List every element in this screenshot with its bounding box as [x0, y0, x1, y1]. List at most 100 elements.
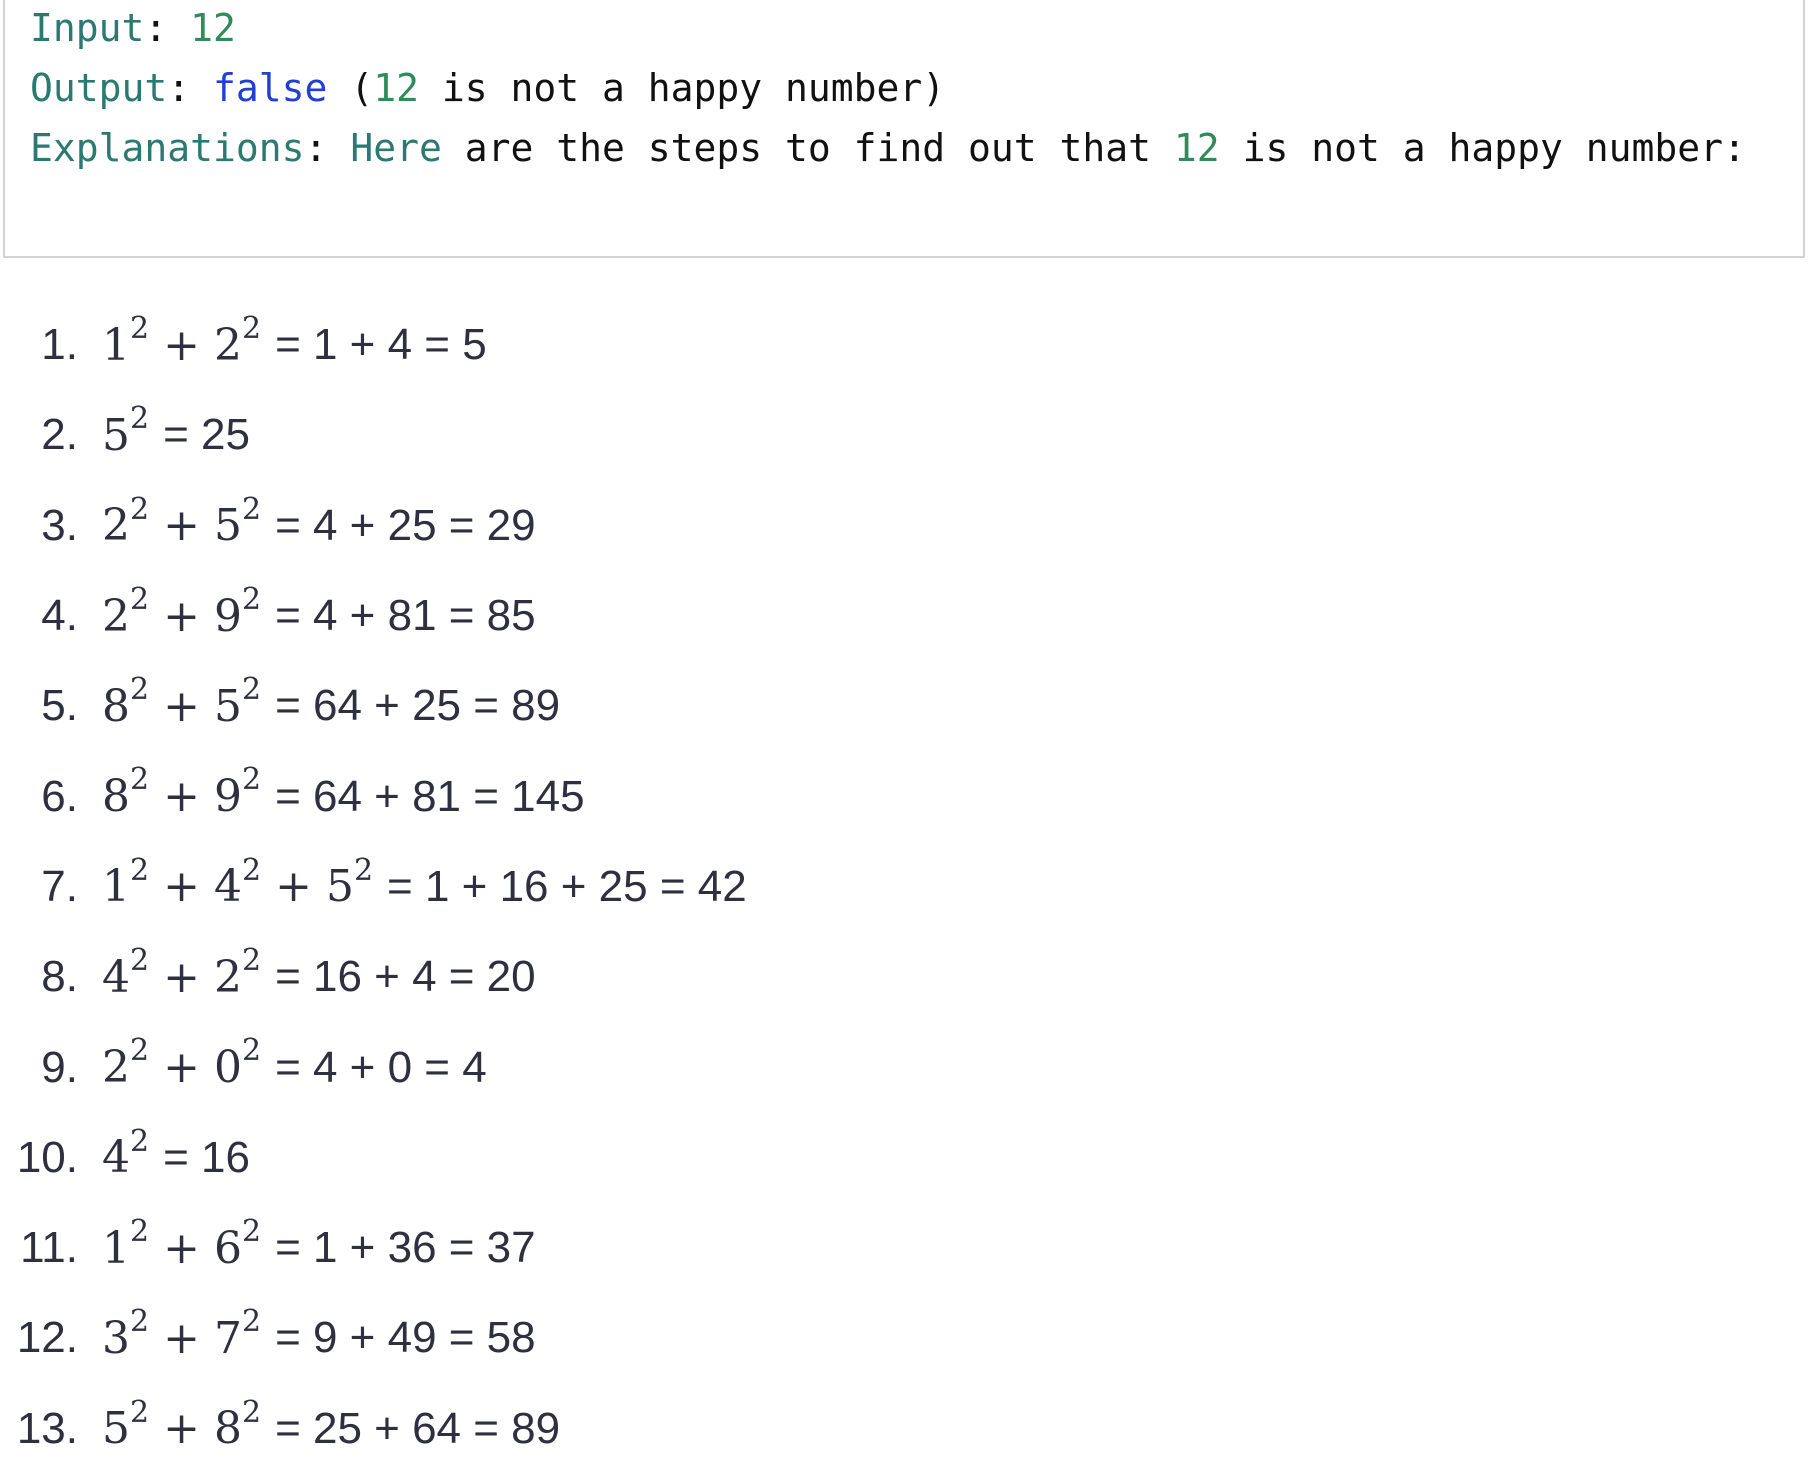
list-item: 13. 52 +82 = 25 + 64 = 89 — [0, 1384, 747, 1474]
explanation-number: 12 — [1173, 126, 1220, 170]
step-index: 6. — [41, 771, 78, 821]
term-exponent: 2 — [241, 1033, 262, 1069]
term-exponent: 2 — [130, 852, 150, 888]
term-base: 9 — [213, 771, 242, 823]
list-item: 12. 32 +72 = 9 + 49 = 58 — [0, 1293, 747, 1383]
step-index: 13. — [16, 1403, 78, 1453]
step-index: 2. — [41, 410, 78, 460]
term-exponent: 2 — [130, 762, 150, 798]
step-result: = 25 + 64 = 89 — [275, 1403, 561, 1453]
input-label: Input — [30, 6, 145, 50]
term-base: 6 — [213, 1222, 242, 1274]
term-base: 2 — [102, 1042, 130, 1094]
list-item: 1. 12 +22 = 1 + 4 = 5 — [0, 300, 747, 390]
term-base: 5 — [325, 861, 354, 913]
plus-operator: + — [163, 680, 200, 732]
step-result: = 16 — [163, 1132, 250, 1182]
step-index: 11. — [20, 1223, 78, 1273]
step-index: 5. — [41, 681, 78, 731]
output-label: Output — [30, 66, 168, 110]
term-exponent: 2 — [241, 310, 262, 346]
plus-operator: + — [163, 1222, 200, 1274]
step-index: 10. — [16, 1132, 78, 1182]
list-item: 8. 42 +22 = 16 + 4 = 20 — [0, 932, 747, 1022]
explanation-here: Here — [350, 126, 442, 170]
term-base: 3 — [102, 1312, 130, 1364]
step-index: 7. — [41, 861, 78, 911]
plus-operator: + — [163, 1312, 200, 1364]
term-exponent: 2 — [130, 1394, 150, 1430]
term-exponent: 2 — [241, 1213, 262, 1249]
term-exponent: 2 — [130, 1213, 150, 1249]
step-expression: 52 — [102, 404, 149, 461]
term-base: 7 — [213, 1312, 242, 1364]
step-expression: 22 +52 — [102, 494, 261, 552]
term-exponent: 2 — [241, 491, 262, 527]
input-value: 12 — [190, 6, 236, 50]
list-item: 10. 42 = 16 — [0, 1113, 747, 1203]
term-exponent: 2 — [130, 1033, 150, 1069]
step-result: = 16 + 4 = 20 — [275, 952, 536, 1002]
term-exponent: 2 — [241, 1394, 262, 1430]
term-base: 1 — [102, 1222, 130, 1274]
term-base: 4 — [102, 951, 130, 1003]
output-paren: ( — [327, 66, 374, 110]
term-exponent: 2 — [130, 1304, 150, 1340]
step-result: = 9 + 49 = 58 — [275, 1313, 536, 1363]
step-expression: 82 +52 — [102, 675, 261, 732]
term-base: 8 — [213, 1403, 242, 1455]
list-item: 4. 22 +92 = 4 + 81 = 85 — [0, 571, 747, 661]
plus-operator: + — [163, 319, 200, 371]
step-result: = 1 + 4 = 5 — [275, 320, 487, 370]
term-base: 5 — [102, 409, 130, 461]
step-expression: 22 +02 — [102, 1036, 261, 1094]
term-base: 0 — [213, 1042, 242, 1094]
step-result: = 1 + 16 + 25 = 42 — [387, 861, 747, 911]
term-base: 5 — [213, 680, 242, 732]
term-base: 5 — [102, 1403, 130, 1455]
steps-list: 1. 12 +22 = 1 + 4 = 5 2. 52 = 25 3. 22 +52 = 4 + 2… — [0, 300, 747, 1474]
term-exponent: 2 — [353, 852, 374, 888]
plus-operator: + — [163, 1403, 200, 1455]
step-expression: 32 +72 — [102, 1307, 261, 1364]
term-exponent: 2 — [241, 762, 262, 798]
step-index: 3. — [41, 500, 78, 550]
step-expression: 52 +82 — [102, 1397, 261, 1455]
term-exponent: 2 — [241, 672, 262, 708]
list-item: 3. 22 +52 = 4 + 25 = 29 — [0, 481, 747, 571]
plus-operator: + — [163, 590, 200, 642]
step-result: = 4 + 81 = 85 — [275, 591, 536, 641]
explanation-tail: is not a happy number: — [1219, 126, 1746, 170]
term-exponent: 2 — [130, 943, 150, 979]
list-item: 9. 22 +02 = 4 + 0 = 4 — [0, 1022, 747, 1112]
term-exponent: 2 — [130, 310, 150, 346]
step-index: 4. — [41, 591, 78, 641]
term-exponent: 2 — [130, 491, 150, 527]
step-expression: 22 +92 — [102, 584, 261, 642]
step-result: = 25 — [163, 410, 250, 460]
plus-operator: + — [163, 771, 200, 823]
explanation-mid: are the steps to find out that — [441, 126, 1174, 170]
term-base: 9 — [213, 590, 242, 642]
list-item: 6. 82 +92 = 64 + 81 = 145 — [0, 751, 747, 841]
step-result: = 1 + 36 = 37 — [275, 1223, 536, 1273]
term-base: 8 — [102, 771, 130, 823]
step-result: = 64 + 25 = 89 — [275, 681, 561, 731]
step-index: 8. — [41, 952, 78, 1002]
plus-operator: + — [163, 500, 200, 552]
step-expression: 82 +92 — [102, 765, 261, 823]
step-expression: 12 +62 — [102, 1216, 261, 1274]
step-expression: 42 — [102, 1126, 149, 1183]
plus-operator: + — [275, 861, 312, 913]
step-index: 12. — [16, 1313, 78, 1363]
list-item: 5. 82 +52 = 64 + 25 = 89 — [0, 661, 747, 751]
term-exponent: 2 — [241, 943, 262, 979]
output-value: false — [213, 66, 328, 110]
step-result: = 4 + 0 = 4 — [275, 1042, 487, 1092]
term-exponent: 2 — [130, 581, 150, 617]
term-base: 5 — [213, 500, 242, 552]
term-exponent: 2 — [241, 852, 262, 888]
step-result: = 4 + 25 = 29 — [275, 500, 536, 550]
step-result: = 64 + 81 = 145 — [275, 771, 585, 821]
term-exponent: 2 — [241, 1304, 262, 1340]
